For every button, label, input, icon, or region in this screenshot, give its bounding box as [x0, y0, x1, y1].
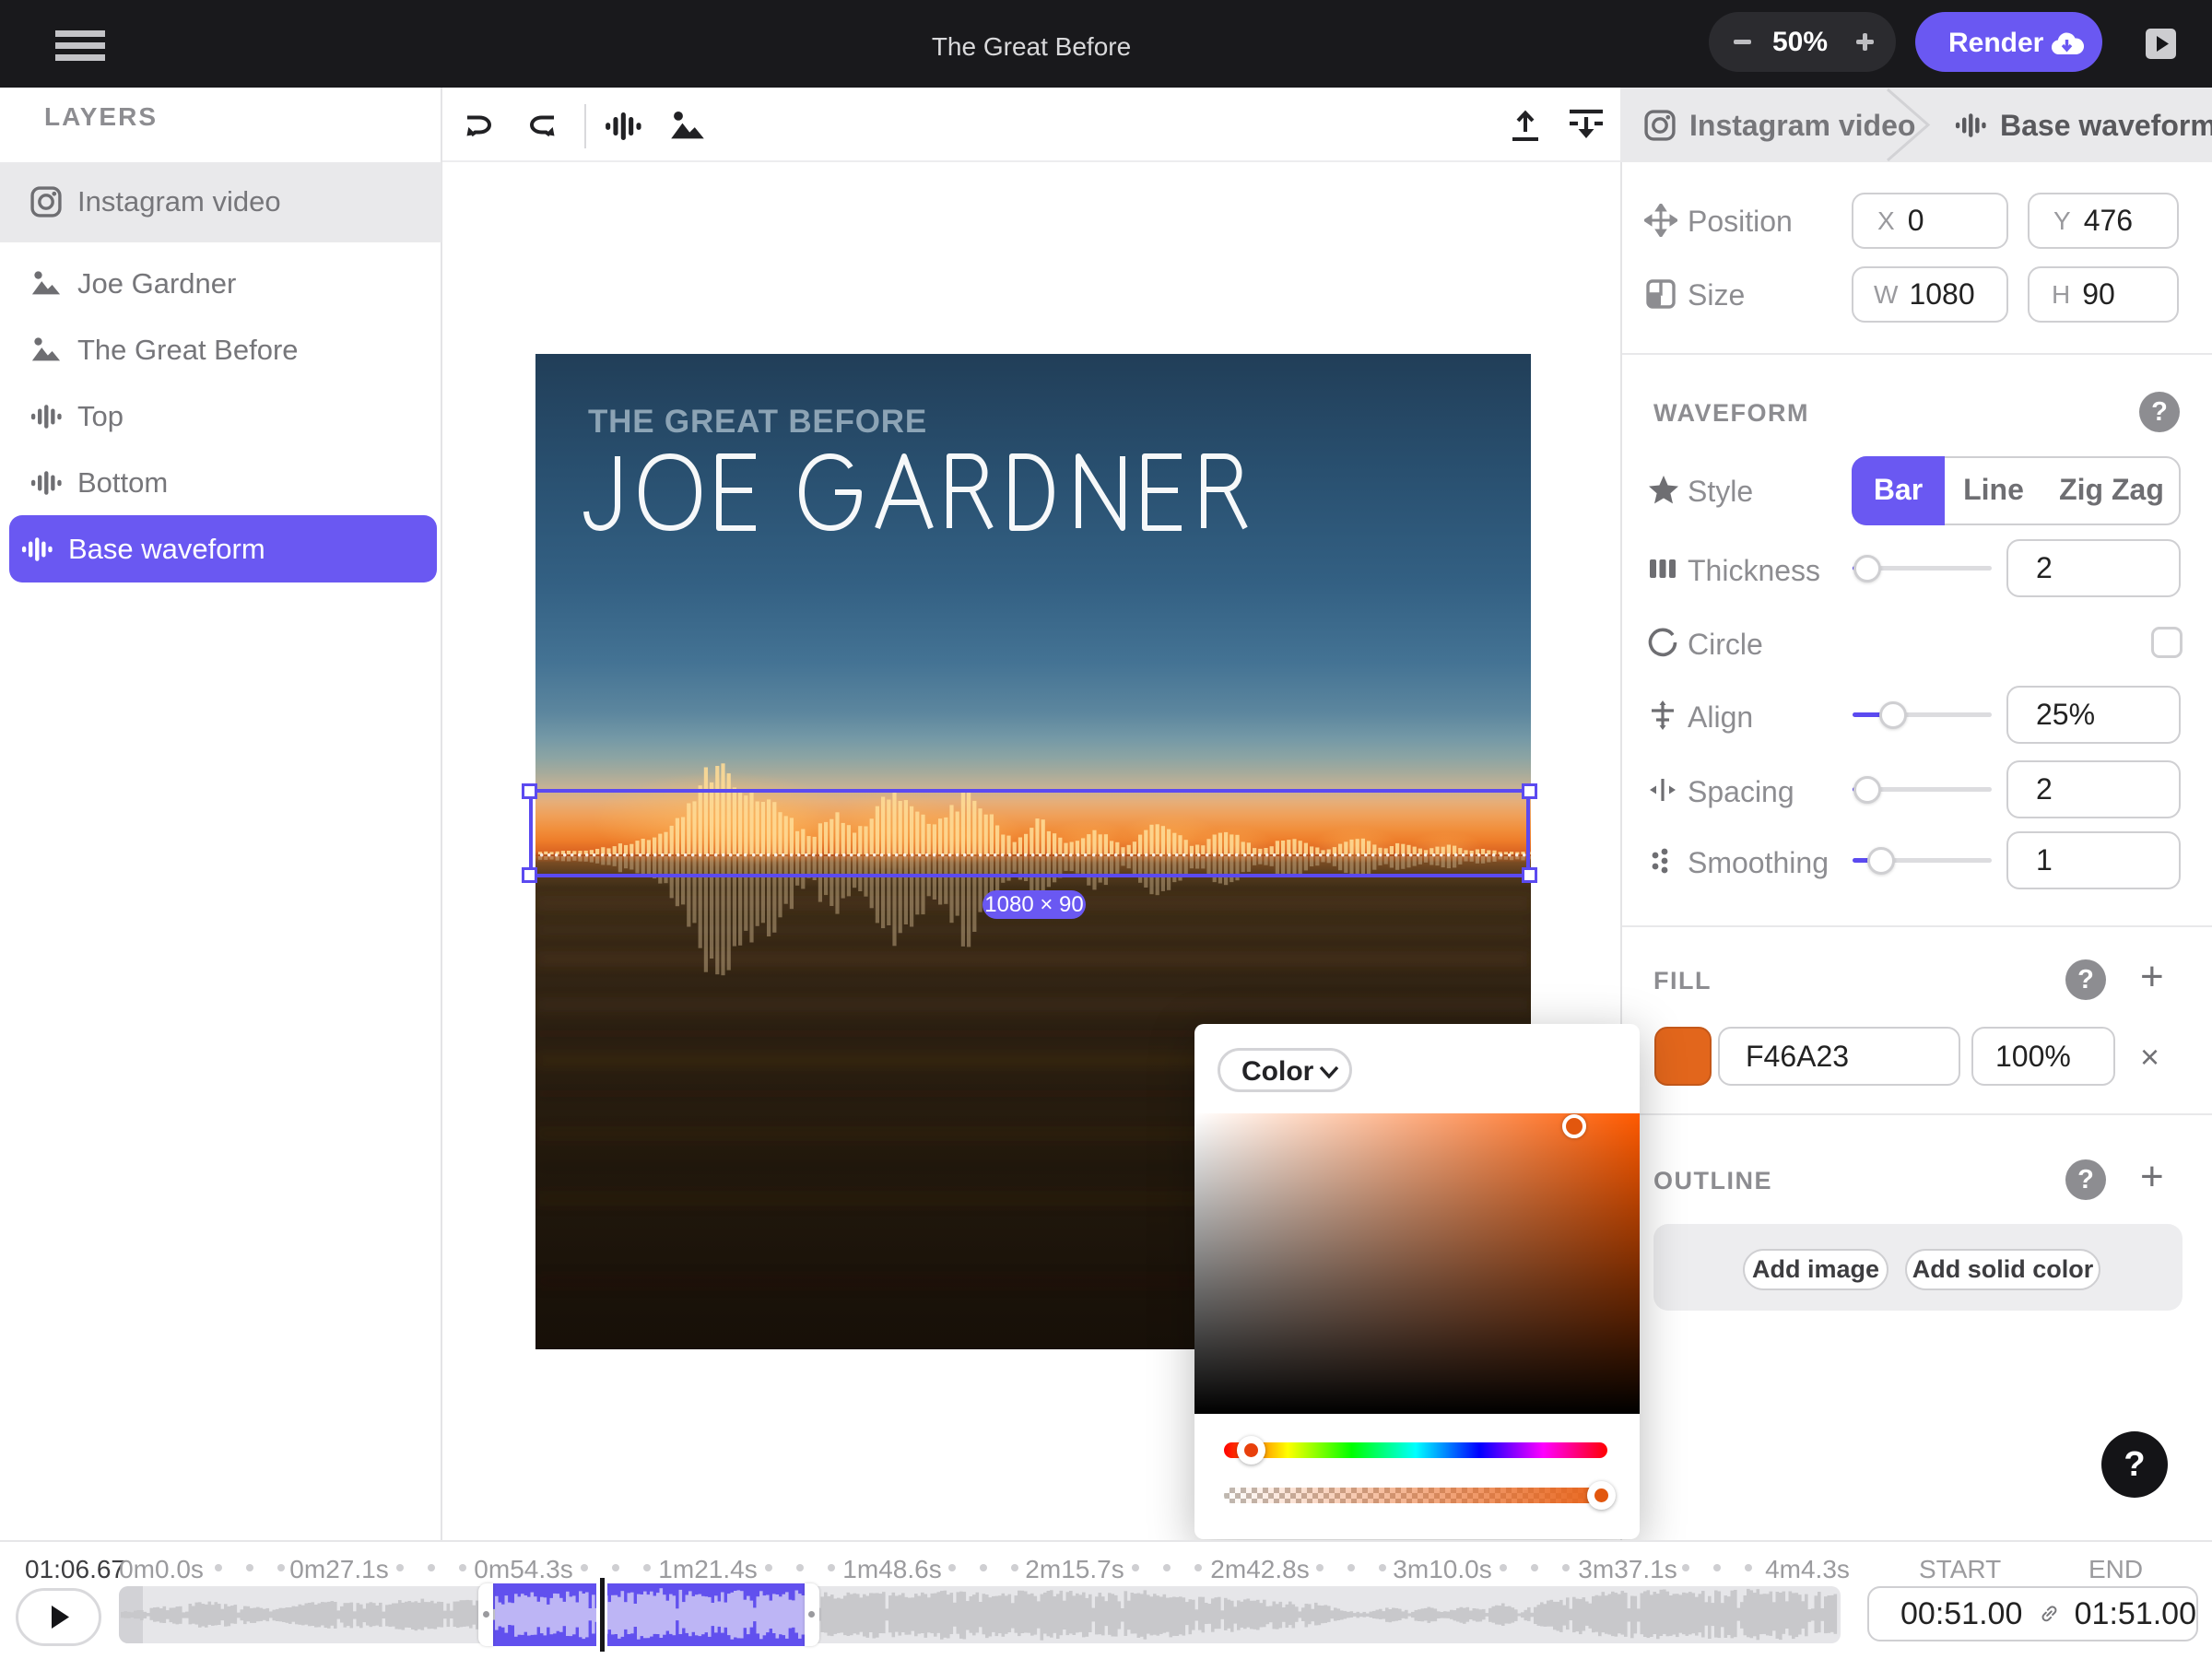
svg-text:THE GREAT BEFORE: THE GREAT BEFORE [588, 404, 927, 440]
